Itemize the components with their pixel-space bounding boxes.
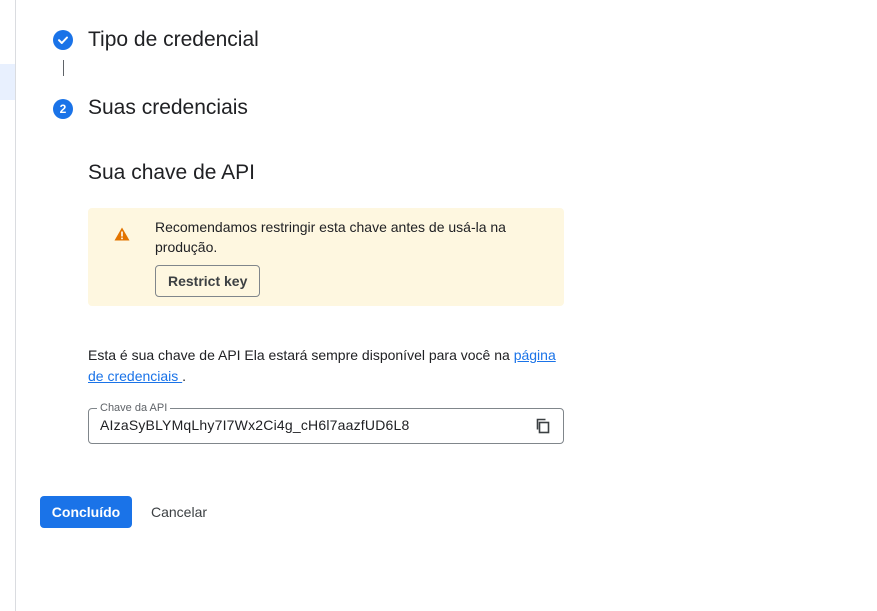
left-rail-selected-item[interactable] xyxy=(0,64,15,100)
api-key-section-title: Sua chave de API xyxy=(88,161,255,184)
step-1-check-icon xyxy=(53,30,73,50)
step-connector xyxy=(63,60,64,76)
step-2-number-badge: 2 xyxy=(53,99,73,119)
create-credentials-page: Tipo de credencial 2 Suas credenciais Su… xyxy=(0,0,877,611)
info-text-prefix: Esta é sua chave de API Ela estará sempr… xyxy=(88,347,514,363)
warning-icon xyxy=(114,227,130,241)
restrict-key-button[interactable]: Restrict key xyxy=(155,265,261,297)
copy-icon[interactable] xyxy=(535,418,551,434)
warning-message: Recomendamos restringir esta chave antes… xyxy=(155,219,506,255)
api-key-info-text: Esta é sua chave de API Ela estará sempr… xyxy=(88,345,558,387)
api-key-value[interactable]: AIzaSyBLYMqLhy7I7Wx2Ci4g_cH6l7aazfUD6L8 xyxy=(100,417,409,433)
restriction-warning-banner: Recomendamos restringir esta chave antes… xyxy=(88,208,564,306)
step-1-title[interactable]: Tipo de credencial xyxy=(88,28,259,52)
cancel-button[interactable]: Cancelar xyxy=(141,496,217,528)
step-2-title: Suas credenciais xyxy=(88,96,248,119)
info-text-suffix: . xyxy=(182,368,187,384)
api-key-field-label: Chave da API xyxy=(97,401,171,415)
done-button[interactable]: Concluído xyxy=(40,496,132,528)
api-key-field[interactable]: Chave da API AIzaSyBLYMqLhy7I7Wx2Ci4g_cH… xyxy=(88,401,564,444)
